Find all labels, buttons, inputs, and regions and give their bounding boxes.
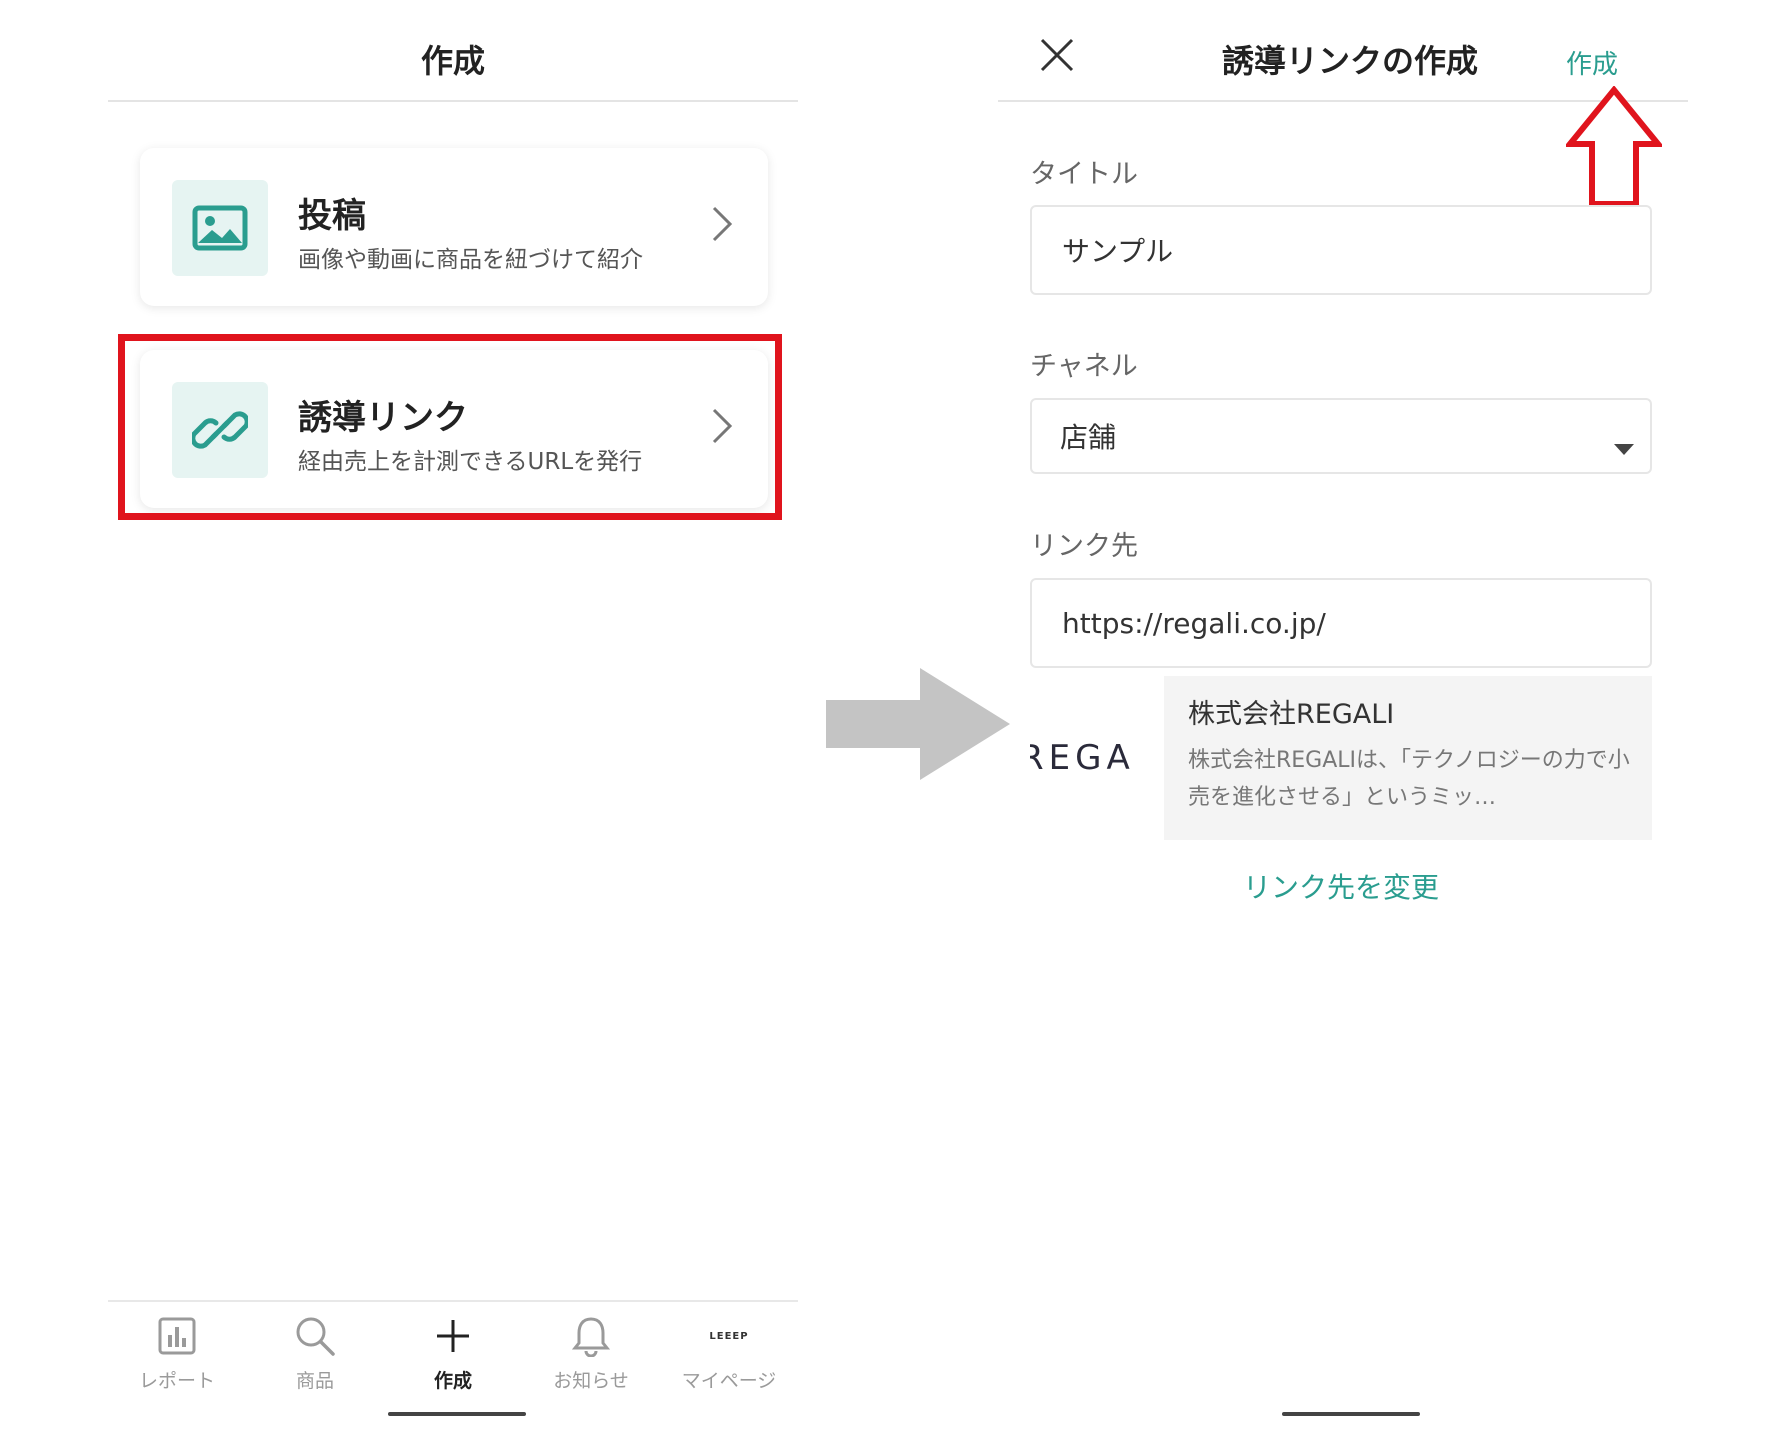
card-description: 画像や動画に商品を紐づけて紹介 (298, 247, 643, 273)
leeep-logo: LEEEP (660, 1312, 798, 1360)
create-post-card[interactable]: 投稿 画像や動画に商品を紐づけて紹介 (140, 148, 768, 306)
transition-arrow-icon (826, 668, 1010, 784)
highlight-box (118, 334, 782, 520)
create-button[interactable]: 作成 (1566, 44, 1618, 81)
image-icon (172, 180, 268, 276)
nav-item-products[interactable]: 商品 (246, 1308, 384, 1393)
link-field-label: リンク先 (1030, 531, 1138, 562)
page-title: 作成 (420, 42, 485, 80)
link-url-field[interactable] (1030, 578, 1652, 668)
title-field-label: タイトル (1030, 159, 1138, 190)
preview-description: 株式会社REGALIは、「テクノロジーの力で小売を進化させる」というミッ… (1188, 748, 1630, 810)
bar-chart-icon (108, 1312, 246, 1360)
search-icon (246, 1312, 384, 1360)
leeep-logo-text: LEEEP (709, 1330, 749, 1342)
nav-item-create[interactable]: 作成 (384, 1308, 522, 1393)
title-field[interactable] (1030, 205, 1652, 295)
bell-icon (522, 1312, 660, 1360)
nav-label: レポート (138, 1370, 215, 1392)
header-divider (108, 100, 798, 102)
chevron-right-icon (710, 204, 734, 248)
page-title: 誘導リンクの作成 (1221, 42, 1478, 80)
preview-logo-image: REGA (1030, 676, 1164, 840)
nav-divider (108, 1300, 798, 1302)
close-button[interactable] (1040, 38, 1074, 76)
home-indicator (388, 1412, 526, 1416)
nav-item-notifications[interactable]: お知らせ (522, 1308, 660, 1393)
preview-body: 株式会社REGALI 株式会社REGALIは、「テクノロジーの力で小売を進化させ… (1164, 676, 1652, 840)
dropdown-arrow-icon (1614, 430, 1634, 463)
red-up-arrow-icon (1563, 85, 1665, 212)
nav-item-report[interactable]: レポート (108, 1308, 246, 1393)
close-icon (1040, 38, 1074, 72)
channel-field-label: チャネル (1030, 351, 1138, 382)
preview-logo-text: REGA (1030, 738, 1135, 778)
change-link-button[interactable]: リンク先を変更 (1030, 866, 1652, 906)
nav-label: 作成 (433, 1370, 472, 1392)
nav-label: 商品 (295, 1370, 334, 1392)
card-title: 投稿 (298, 196, 366, 236)
link-url-input[interactable] (1060, 605, 1650, 641)
nav-label: マイページ (681, 1370, 777, 1392)
channel-select[interactable]: 店舗 (1030, 398, 1652, 474)
nav-label: お知らせ (553, 1370, 629, 1392)
home-indicator (1282, 1412, 1420, 1416)
channel-selected-value: 店舗 (1060, 421, 1117, 454)
title-input[interactable] (1060, 232, 1650, 268)
plus-icon (384, 1312, 522, 1360)
nav-item-mypage[interactable]: LEEEP マイページ (660, 1308, 798, 1393)
link-preview-card[interactable]: REGA 株式会社REGALI 株式会社REGALIは、「テクノロジーの力で小売… (1030, 676, 1652, 840)
preview-title: 株式会社REGALI (1188, 699, 1395, 730)
